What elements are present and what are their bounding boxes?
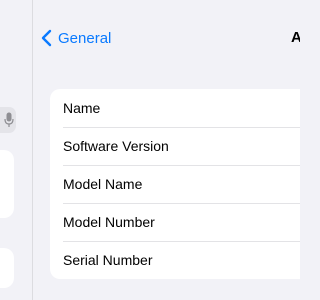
chevron-left-icon bbox=[41, 29, 52, 47]
info-row-model-number[interactable]: Model Number bbox=[50, 203, 300, 241]
search-field[interactable] bbox=[0, 107, 16, 133]
page-title: A bbox=[291, 29, 300, 46]
back-button-label: General bbox=[58, 29, 112, 47]
info-row-label: Name bbox=[63, 100, 101, 116]
sidebar-group[interactable] bbox=[0, 248, 14, 288]
back-button[interactable]: General bbox=[40, 26, 111, 50]
info-row-software-version[interactable]: Software Version bbox=[50, 127, 300, 165]
info-row-serial-number[interactable]: Serial Number bbox=[50, 241, 300, 279]
settings-screen: General A Name Software Version Model Na… bbox=[0, 0, 300, 300]
info-row-name[interactable]: Name bbox=[50, 89, 300, 127]
info-row-label: Software Version bbox=[63, 138, 169, 154]
info-row-label: Model Name bbox=[63, 176, 143, 192]
info-row-label: Model Number bbox=[63, 214, 155, 230]
info-row-label: Serial Number bbox=[63, 252, 153, 268]
sidebar-group[interactable] bbox=[0, 150, 14, 218]
about-info-list: Name Software Version Model Name Model N… bbox=[50, 89, 300, 279]
microphone-icon[interactable] bbox=[4, 112, 14, 128]
sidebar bbox=[0, 0, 33, 300]
info-row-model-name[interactable]: Model Name bbox=[50, 165, 300, 203]
